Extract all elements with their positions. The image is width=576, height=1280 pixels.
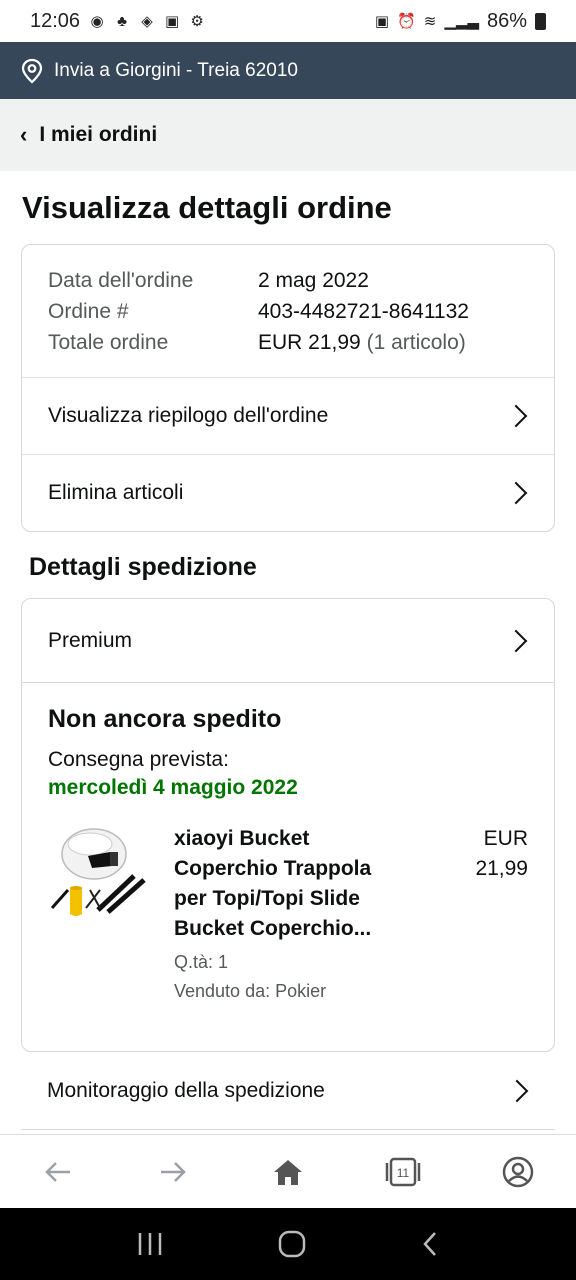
browser-bottom-bar: 11 <box>0 1134 576 1208</box>
shipping-section-title: Dettagli spedizione <box>29 553 257 581</box>
delivery-label: Consegna prevista: <box>48 748 229 771</box>
home-button[interactable] <box>258 1142 318 1202</box>
account-icon <box>503 1156 534 1187</box>
back-label: I miei ordini <box>39 123 158 146</box>
order-date-value: 2 mag 2022 <box>258 269 369 292</box>
shield-icon: ◈ <box>141 13 153 30</box>
product-name[interactable]: xiaoyi Bucket Coperchio Trappola per Top… <box>174 824 404 944</box>
shipment-status: Non ancora spedito Consegna prevista: me… <box>22 683 554 800</box>
forward-button[interactable] <box>143 1142 203 1202</box>
settings-icon: ⚙ <box>190 13 204 30</box>
delete-items-label: Elimina articoli <box>48 481 184 504</box>
price-currency: EUR <box>483 827 528 850</box>
order-date-label: Data dell'ordine <box>48 269 194 292</box>
back-nav-icon[interactable] <box>420 1230 440 1258</box>
delivery-date: mercoledì 4 maggio 2022 <box>48 776 298 799</box>
back-button[interactable] <box>28 1142 88 1202</box>
shipment-tracking-label: Monitoraggio della spedizione <box>47 1078 325 1102</box>
product-quantity: Q.tà: 1 <box>174 952 229 972</box>
lock-icon: ▣ <box>374 13 390 30</box>
system-navigation-bar <box>0 1208 576 1280</box>
page-title: Visualizza dettagli ordine <box>22 190 392 225</box>
home-nav-icon[interactable] <box>277 1229 307 1259</box>
status-right: ▣ ⏰ ≋ ▁▂▃ 86% <box>375 10 546 33</box>
product-seller: Venduto da: Pokier <box>174 981 327 1001</box>
view-order-summary-label: Visualizza riepilogo dell'ordine <box>48 404 329 427</box>
back-arrow-icon <box>44 1161 70 1182</box>
bag-icon: ▣ <box>164 13 180 30</box>
delete-items-link[interactable]: Elimina articoli <box>22 454 554 531</box>
whatsapp-icon: ◉ <box>90 13 104 30</box>
product-image[interactable] <box>48 824 148 924</box>
order-total-label: Totale ordine <box>48 331 169 354</box>
order-info: Data dell'ordine 2 mag 2022 Ordine # 403… <box>22 245 554 377</box>
chevron-right-icon <box>505 1079 529 1102</box>
product-thumbnail <box>50 828 146 916</box>
chevron-right-icon <box>504 629 528 652</box>
chevron-right-icon <box>504 481 528 505</box>
shipping-method-label: Premium <box>48 628 133 652</box>
alarm-icon: ⏰ <box>397 13 416 30</box>
order-summary-card: Data dell'ordine 2 mag 2022 Ordine # 403… <box>21 244 555 532</box>
battery-level: 86% <box>486 9 527 32</box>
shipping-card: Premium Non ancora spedito Consegna prev… <box>21 598 555 1052</box>
back-to-orders[interactable]: ‹ I miei ordini <box>0 99 576 171</box>
tabs-button[interactable]: 11 <box>373 1142 433 1202</box>
delivery-location-bar[interactable]: Invia a Giorgini - Treia 62010 <box>0 42 576 99</box>
chevron-right-icon <box>504 404 528 428</box>
price-value: 21,99 <box>475 857 528 880</box>
account-button[interactable] <box>488 1142 548 1202</box>
forward-arrow-icon <box>160 1161 186 1182</box>
product-item[interactable]: xiaoyi Bucket Coperchio Trappola per Top… <box>22 800 554 1002</box>
wifi-icon: ≋ <box>423 13 437 30</box>
order-total-amount: EUR 21,99 <box>258 331 361 354</box>
delivery-location-text: Invia a Giorgini - Treia 62010 <box>54 59 298 81</box>
product-price: EUR 21,99 <box>475 824 528 1002</box>
location-pin-icon <box>21 58 43 83</box>
product-info: xiaoyi Bucket Coperchio Trappola per Top… <box>174 824 404 1002</box>
tabs-icon: 11 <box>385 1157 421 1186</box>
signal-icon: ▁▂▃ <box>444 13 479 30</box>
order-total-value: EUR 21,99 (1 articolo) <box>258 327 466 358</box>
home-icon <box>273 1159 302 1185</box>
chevron-left-icon: ‹ <box>20 122 28 147</box>
shipment-status-title: Non ancora spedito <box>48 705 282 733</box>
order-number-label: Ordine # <box>48 300 129 323</box>
view-order-summary-link[interactable]: Visualizza riepilogo dell'ordine <box>22 377 554 454</box>
status-time: 12:06 <box>30 9 81 32</box>
shipment-tracking-link[interactable]: Monitoraggio della spedizione <box>21 1052 555 1130</box>
battery-icon <box>535 12 546 30</box>
order-number-value: 403-4482721-8641132 <box>258 300 469 323</box>
app-icon: ♣ <box>117 12 127 30</box>
shipping-method-link[interactable]: Premium <box>22 599 554 683</box>
recent-apps-icon[interactable] <box>136 1231 164 1257</box>
status-bar: 12:06 ◉ ♣ ◈ ▣ ⚙ ▣ ⏰ ≋ ▁▂▃ 86% <box>0 0 576 42</box>
notification-icons: ◉ ♣ ◈ ▣ ⚙ <box>88 12 206 31</box>
order-total-items: (1 articolo) <box>366 331 466 354</box>
tabs-count: 11 <box>397 1166 410 1180</box>
